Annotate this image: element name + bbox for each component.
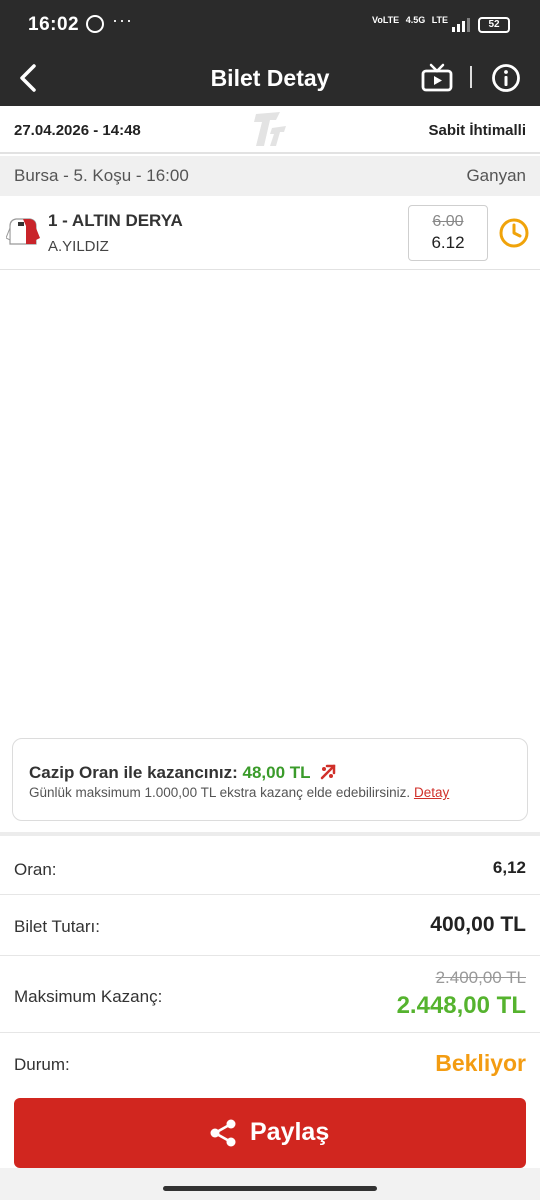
race-title: Bursa - 5. Koşu - 16:00 <box>14 166 189 185</box>
promo-amount: 48,00 TL <box>242 763 311 782</box>
promo-detail-link[interactable]: Detay <box>414 785 449 800</box>
promo-note-line: Günlük maksimum 1.000,00 TL ekstra kazan… <box>29 785 449 800</box>
new-odds: 6.12 <box>431 233 465 252</box>
old-odds: 6.00 <box>432 213 464 230</box>
home-gesture-handle[interactable] <box>163 1186 377 1191</box>
status-badge: Bekliyor <box>435 1050 526 1076</box>
selection-row: 1 - ALTIN DERYA A.YILDIZ 6.00 6.12 <box>0 196 540 270</box>
network-label-lte: LTE <box>431 15 449 25</box>
jockey-name: A.YILDIZ <box>48 238 109 255</box>
max-win-label: Maksimum Kazanç: <box>14 987 163 1006</box>
status-bar: 16:02 ··· VoLTE 4.5G LTE 52 <box>0 0 540 50</box>
tv-icon[interactable] <box>420 62 454 94</box>
jockey-silk-icon <box>6 218 40 245</box>
stake-label: Bilet Tutarı: <box>14 917 100 936</box>
max-win-new: 2.448,00 TL <box>396 992 526 1019</box>
appbar-divider <box>470 66 472 88</box>
info-icon[interactable] <box>490 62 522 94</box>
network-label-volte: VoLTE <box>372 15 400 25</box>
boost-icon <box>320 764 336 780</box>
more-notifications-icon: ··· <box>112 10 133 30</box>
whatsapp-icon <box>86 15 104 33</box>
network-label-45g: 4.5G <box>405 15 426 25</box>
share-button-label: Paylaş <box>250 1118 330 1146</box>
promo-headline: Cazip Oran ile kazancınız: 48,00 TL <box>29 763 337 783</box>
brand-logo-watermark <box>254 112 286 146</box>
status-row: Durum: Bekliyor <box>0 1033 540 1093</box>
page-title: Bilet Detay <box>210 65 330 91</box>
clock-icon <box>499 218 529 248</box>
bet-mode: Sabit İhtimalli <box>428 122 526 139</box>
share-button[interactable]: Paylaş <box>14 1098 526 1168</box>
status-label: Durum: <box>14 1055 70 1074</box>
share-icon <box>210 1119 236 1147</box>
horse-name: 1 - ALTIN DERYA <box>48 211 183 230</box>
promo-label: Cazip Oran ile kazancınız: <box>29 763 238 782</box>
odds-box: 6.00 6.12 <box>408 205 488 261</box>
battery-icon: 52 <box>478 17 510 33</box>
app-bar: Bilet Detay <box>0 50 540 106</box>
stake-row: Bilet Tutarı: 400,00 TL <box>0 895 540 956</box>
bet-type: Ganyan <box>466 166 526 185</box>
stake-value: 400,00 TL <box>430 913 526 936</box>
odds-row: Oran: 6,12 <box>0 836 540 895</box>
promo-card: Cazip Oran ile kazancınız: 48,00 TL Günl… <box>12 738 528 821</box>
max-win-row: Maksimum Kazanç: 2.400,00 TL 2.448,00 TL <box>0 956 540 1033</box>
odds-value: 6,12 <box>492 858 526 877</box>
system-nav-bar <box>0 1168 540 1200</box>
promo-note: Günlük maksimum 1.000,00 TL ekstra kazan… <box>29 785 411 800</box>
status-time: 16:02 <box>28 14 80 35</box>
ticket-date: 27.04.2026 - 14:48 <box>14 122 141 139</box>
max-win-old: 2.400,00 TL <box>435 968 526 987</box>
signal-icon <box>452 18 470 32</box>
network-indicators: VoLTE 4.5G LTE <box>372 16 452 25</box>
odds-label: Oran: <box>14 860 57 879</box>
race-info-bar: Bursa - 5. Koşu - 16:00 Ganyan <box>0 156 540 196</box>
